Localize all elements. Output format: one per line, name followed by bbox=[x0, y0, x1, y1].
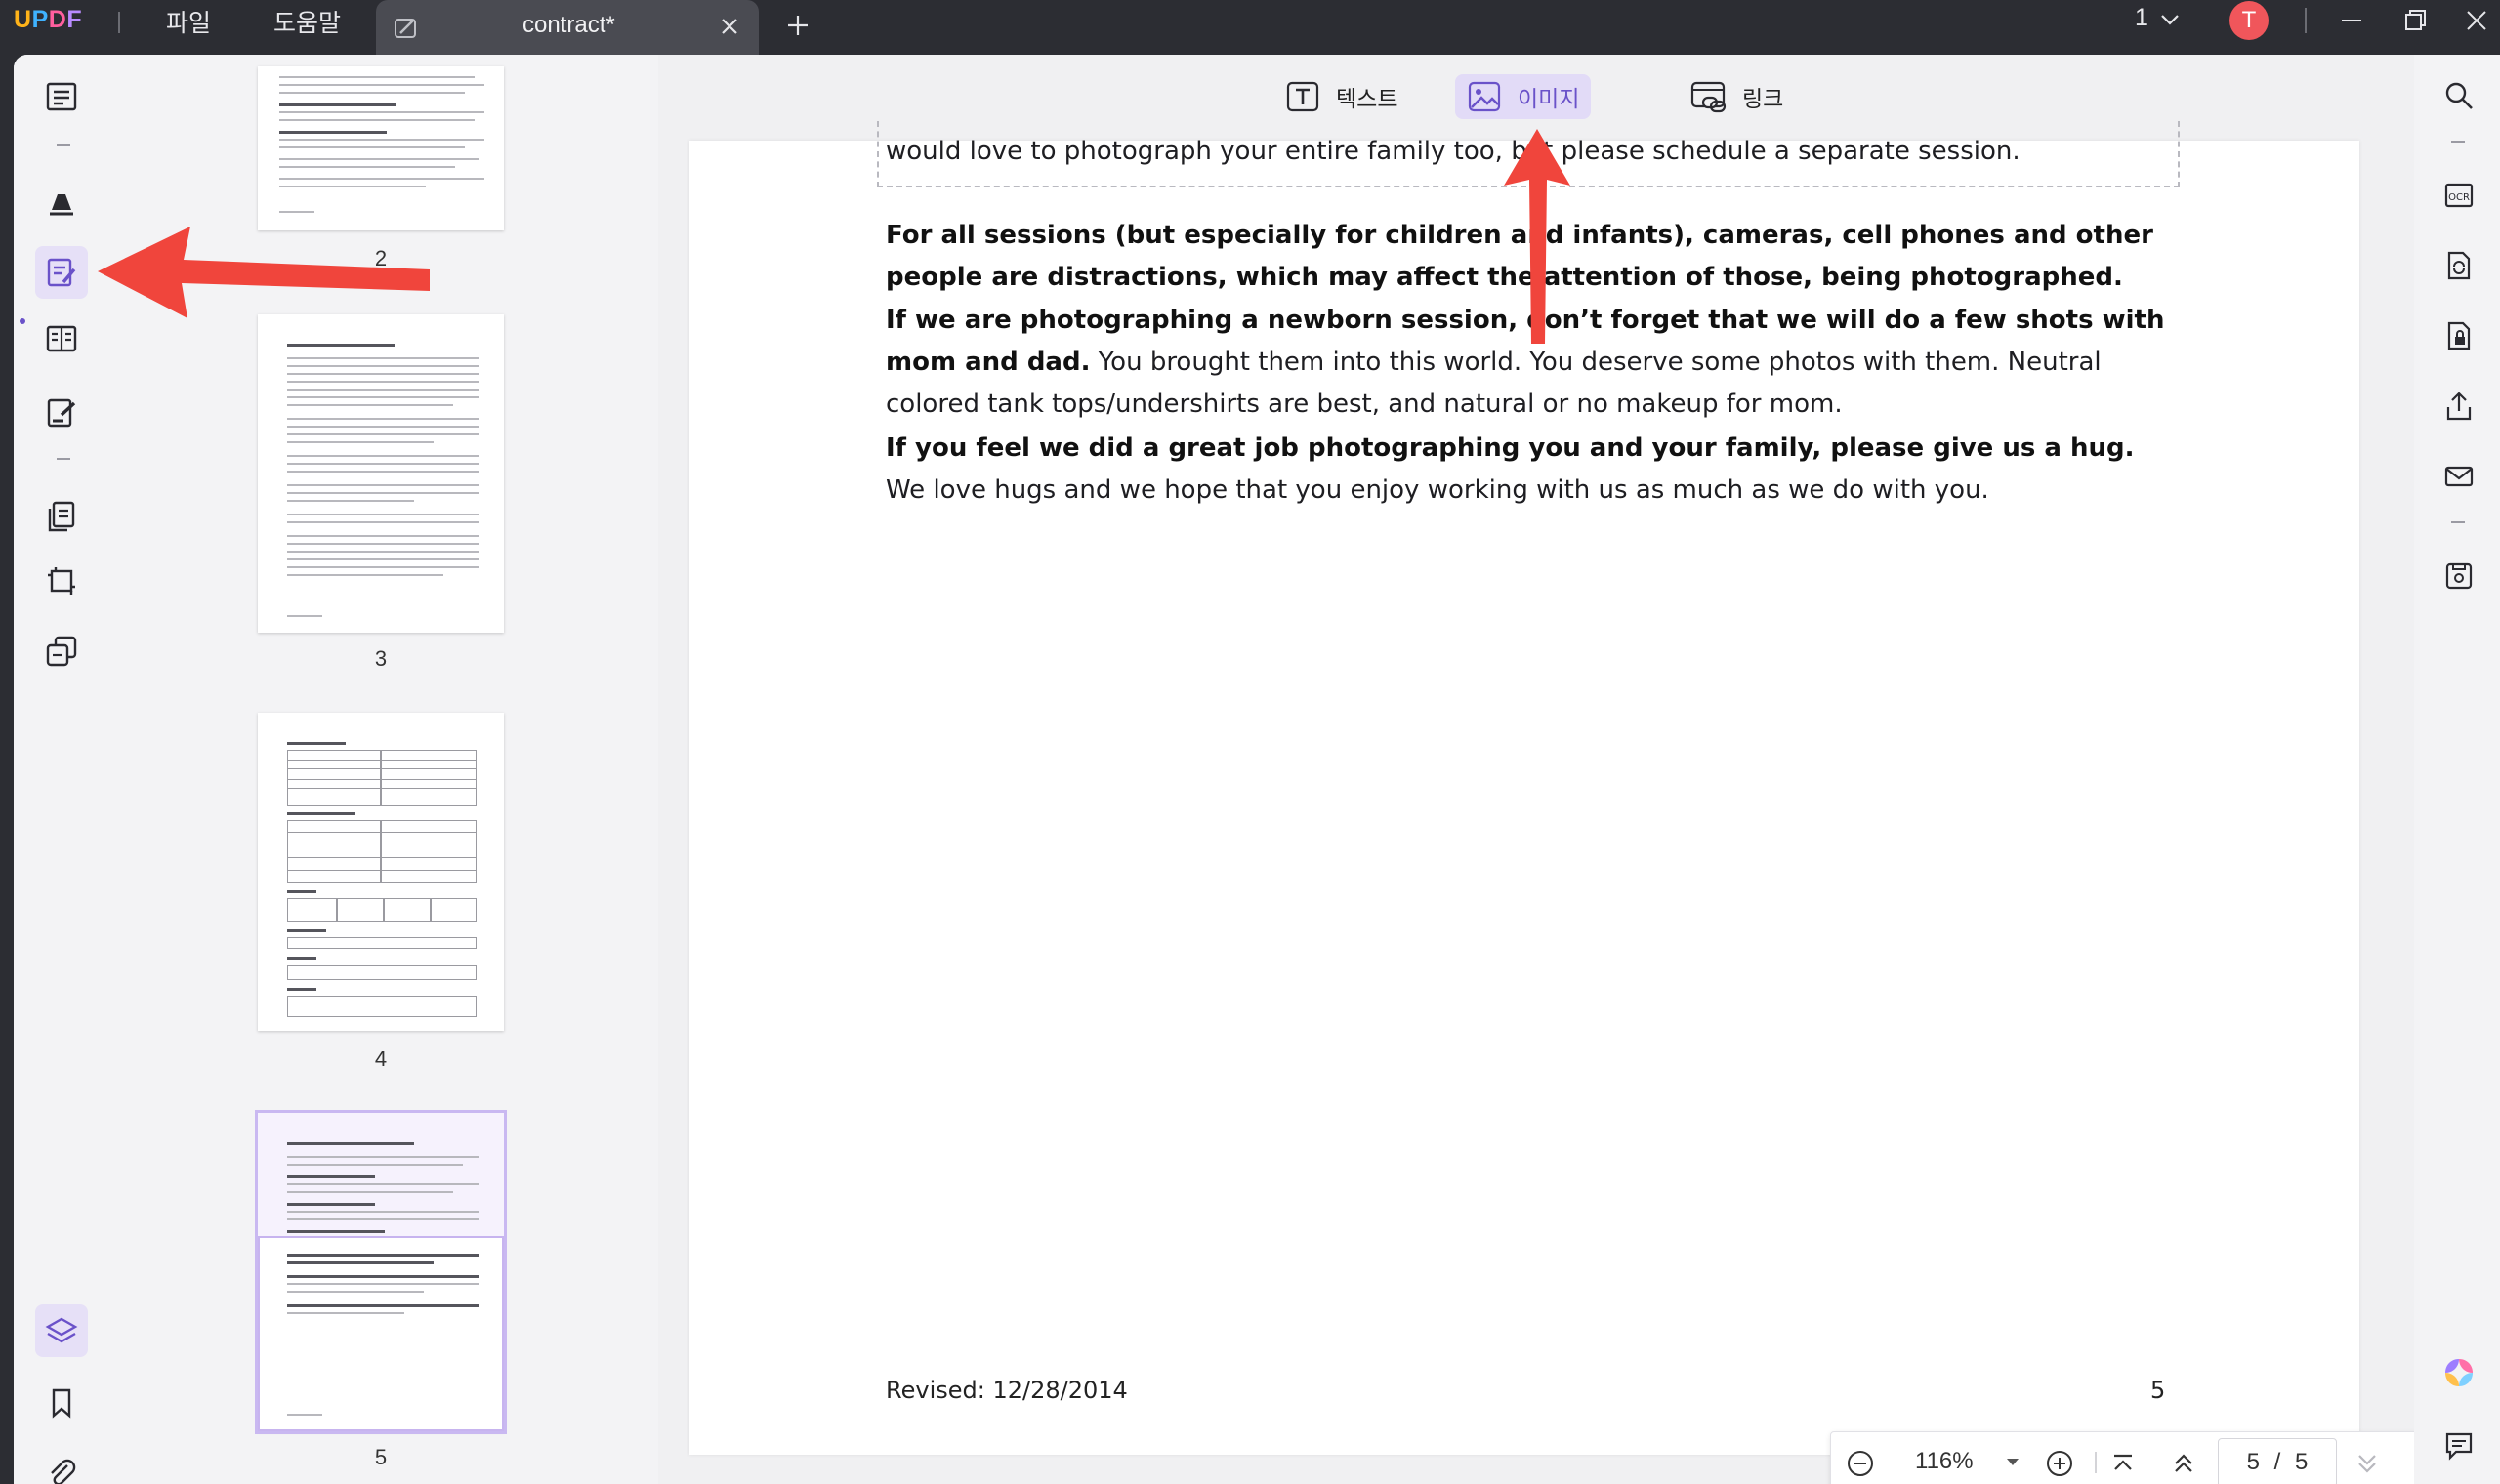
add-link-label: 링크 bbox=[1742, 86, 1784, 111]
divider bbox=[2451, 521, 2465, 523]
edit-mode-icon bbox=[392, 14, 421, 48]
search-button[interactable] bbox=[2439, 76, 2479, 115]
page-thumbnail-3[interactable] bbox=[258, 314, 504, 633]
divider bbox=[2095, 1452, 2097, 1473]
menu-help[interactable]: 도움말 bbox=[273, 4, 341, 39]
convert-icon bbox=[2447, 251, 2471, 280]
save-button[interactable] bbox=[2439, 556, 2479, 596]
highlighter-icon bbox=[50, 194, 73, 216]
layers-icon bbox=[45, 1317, 78, 1343]
fill-sign-button[interactable] bbox=[35, 387, 88, 439]
comment-mode-button[interactable] bbox=[35, 176, 88, 228]
email-button[interactable] bbox=[2439, 457, 2479, 496]
annotation-arrow-up bbox=[1504, 129, 1570, 344]
add-image-button[interactable]: 이미지 bbox=[1455, 74, 1592, 119]
share-icon bbox=[2446, 392, 2472, 421]
edit-pdf-button[interactable] bbox=[35, 246, 88, 299]
divider bbox=[2305, 8, 2307, 33]
combine-button[interactable] bbox=[35, 625, 88, 678]
ocr-icon: OCR bbox=[2444, 183, 2474, 208]
save-icon bbox=[2445, 562, 2473, 590]
zoom-out-icon[interactable] bbox=[1845, 1448, 1876, 1484]
chevron-down-icon[interactable] bbox=[2158, 10, 2182, 34]
add-image-label: 이미지 bbox=[1518, 86, 1580, 111]
avatar[interactable]: T bbox=[2229, 1, 2269, 40]
layers-button[interactable] bbox=[35, 1304, 88, 1357]
convert-button[interactable] bbox=[2439, 246, 2479, 285]
app-logo: UPDF bbox=[14, 6, 83, 33]
bookmark-icon bbox=[52, 1388, 71, 1419]
add-text-button[interactable]: 텍스트 bbox=[1273, 74, 1409, 119]
menu-file[interactable]: 파일 bbox=[166, 4, 211, 39]
restore-icon[interactable] bbox=[2401, 8, 2431, 38]
new-tab-icon[interactable] bbox=[784, 12, 812, 44]
minimize-icon[interactable] bbox=[2337, 8, 2366, 38]
zoom-in-icon[interactable] bbox=[2044, 1448, 2075, 1484]
page-footer-date: Revised: 12/28/2014 bbox=[886, 1377, 1128, 1404]
zoom-dropdown-icon[interactable] bbox=[2003, 1450, 2022, 1478]
divider bbox=[118, 12, 120, 33]
page-footer-number: 5 bbox=[2150, 1377, 2166, 1404]
add-link-button[interactable]: 링크 bbox=[1678, 74, 1795, 119]
book-icon bbox=[46, 82, 77, 111]
thumbnail-page-number: 3 bbox=[374, 646, 388, 671]
left-toolbar bbox=[14, 55, 111, 1484]
divider bbox=[2451, 141, 2465, 143]
title-bar: UPDF 파일 도움말 contract* 1 T bbox=[0, 0, 2500, 55]
edit-pdf-icon bbox=[47, 258, 76, 287]
svg-text:OCR: OCR bbox=[2448, 192, 2470, 203]
next-page-icon[interactable] bbox=[2353, 1448, 2382, 1484]
divider bbox=[57, 144, 70, 146]
columns-icon bbox=[46, 325, 77, 352]
close-window-icon[interactable] bbox=[2461, 8, 2490, 38]
link-icon bbox=[1690, 81, 1727, 113]
right-toolbar: OCR bbox=[2414, 55, 2500, 1484]
thumbnail-page-number: 5 bbox=[374, 1445, 388, 1469]
zoom-level[interactable]: 116% bbox=[1915, 1448, 1974, 1475]
share-button[interactable] bbox=[2439, 387, 2479, 426]
ocr-button[interactable]: OCR bbox=[2439, 176, 2479, 215]
pages-icon bbox=[48, 501, 75, 532]
page-thumbnail-5[interactable] bbox=[255, 1110, 507, 1434]
page-thumbnail-4[interactable] bbox=[258, 713, 504, 1031]
page-number-input[interactable]: 5 / 5 bbox=[2218, 1438, 2337, 1484]
tab-title: contract* bbox=[522, 12, 615, 38]
layers-copy-icon bbox=[46, 636, 77, 667]
reader-mode-button[interactable] bbox=[35, 70, 88, 123]
first-page-icon[interactable] bbox=[2108, 1448, 2138, 1484]
divider bbox=[57, 458, 70, 460]
crop-button[interactable] bbox=[35, 555, 88, 607]
page-thumbnail-2[interactable] bbox=[258, 66, 504, 230]
crop-icon bbox=[48, 567, 75, 595]
zoom-navigation-bar: 116% 5 / 5 bbox=[1830, 1431, 2500, 1484]
active-indicator bbox=[20, 318, 25, 324]
ai-assistant-button[interactable] bbox=[2439, 1353, 2479, 1392]
thumbnail-page-number: 4 bbox=[374, 1047, 388, 1071]
comment-icon bbox=[2445, 1432, 2473, 1461]
search-icon bbox=[2445, 82, 2473, 109]
lock-file-icon bbox=[2447, 321, 2471, 350]
add-text-label: 텍스트 bbox=[1336, 86, 1398, 111]
page-view-button[interactable] bbox=[35, 312, 88, 365]
organize-pages-button[interactable] bbox=[35, 490, 88, 543]
window-page-selector[interactable]: 1 bbox=[2135, 4, 2148, 32]
text-icon bbox=[1286, 81, 1319, 112]
paperclip-icon bbox=[51, 1459, 76, 1484]
previous-page-icon[interactable] bbox=[2169, 1448, 2198, 1484]
comments-button[interactable] bbox=[2439, 1425, 2479, 1464]
image-icon bbox=[1468, 81, 1501, 112]
close-icon[interactable] bbox=[716, 13, 743, 45]
protect-button[interactable] bbox=[2439, 316, 2479, 355]
paragraph-3[interactable]: If you feel we did a great job photograp… bbox=[886, 428, 2165, 512]
ai-assistant-icon bbox=[2445, 1359, 2473, 1386]
bookmark-button[interactable] bbox=[35, 1377, 88, 1429]
document-tab[interactable]: contract* bbox=[376, 0, 759, 55]
annotation-arrow-left bbox=[98, 227, 430, 318]
sign-icon bbox=[47, 398, 76, 428]
mail-icon bbox=[2444, 466, 2474, 487]
attachment-button[interactable] bbox=[35, 1447, 88, 1484]
